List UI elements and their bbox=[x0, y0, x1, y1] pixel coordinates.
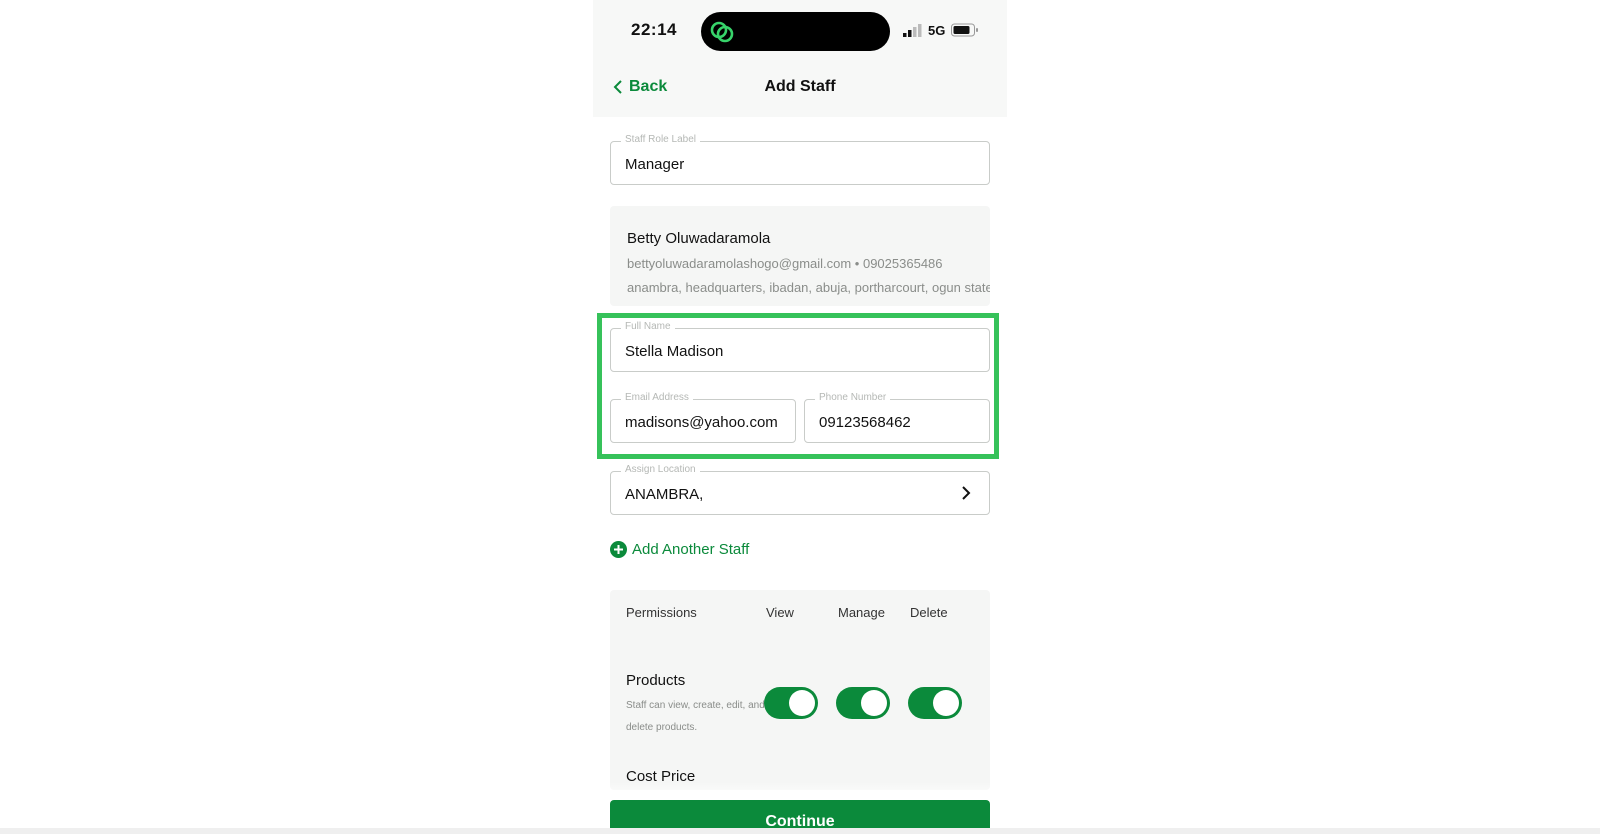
add-another-staff-label: Add Another Staff bbox=[632, 541, 750, 558]
toggle-knob bbox=[861, 690, 887, 716]
email-label: Email Address bbox=[621, 392, 693, 403]
column-view: View bbox=[766, 605, 794, 620]
toggle-products-delete[interactable] bbox=[908, 687, 962, 719]
bottom-strip bbox=[0, 828, 1600, 834]
existing-staff-card[interactable]: Betty Oluwadaramola bettyoluwadaramolash… bbox=[610, 206, 990, 306]
phone-number-value: 09123568462 bbox=[819, 414, 911, 431]
app-logo-icon bbox=[710, 21, 734, 43]
column-delete: Delete bbox=[910, 605, 948, 620]
full-name-label: Full Name bbox=[621, 321, 675, 332]
assign-location-field[interactable]: Assign Location ANAMBRA, bbox=[610, 464, 990, 515]
network-type: 5G bbox=[928, 23, 946, 38]
assign-location-label: Assign Location bbox=[621, 464, 700, 475]
status-time: 22:14 bbox=[631, 20, 677, 39]
permissions-panel: Permissions View Manage Delete Products … bbox=[610, 590, 990, 790]
staff-contact: bettyoluwadaramolashogo@gmail.com • 0902… bbox=[627, 256, 943, 271]
permission-products-description: Staff can view, create, edit, and delete… bbox=[626, 700, 765, 733]
staff-locations: anambra, headquarters, ibadan, abuja, po… bbox=[627, 280, 990, 295]
phone-number-field[interactable]: Phone Number 09123568462 bbox=[804, 392, 990, 443]
staff-role-value: Manager bbox=[625, 156, 685, 173]
staff-role-field[interactable]: Staff Role Label Manager bbox=[610, 134, 990, 185]
column-manage: Manage bbox=[838, 605, 885, 620]
toggle-products-manage[interactable] bbox=[836, 687, 890, 719]
toggle-products-view[interactable] bbox=[764, 687, 818, 719]
toggle-knob bbox=[789, 690, 815, 716]
phone-screen: 22:14 5G Back Add Staff Staff Role Label… bbox=[593, 0, 1007, 834]
email-value: madisons@yahoo.com bbox=[625, 414, 778, 431]
staff-role-label: Staff Role Label bbox=[621, 134, 700, 145]
toggle-knob bbox=[933, 690, 959, 716]
permission-products: Products bbox=[626, 672, 686, 689]
phone-number-label: Phone Number bbox=[815, 392, 891, 403]
add-another-staff-button[interactable]: Add Another Staff bbox=[610, 541, 749, 558]
battery-icon bbox=[951, 23, 978, 37]
permissions-header: Permissions bbox=[626, 605, 697, 620]
full-name-value: Stella Madison bbox=[625, 343, 724, 360]
chevron-right-icon bbox=[962, 486, 971, 500]
top-bar: 22:14 5G Back Add Staff bbox=[593, 0, 1007, 117]
dynamic-island bbox=[701, 12, 890, 51]
assign-location-value: ANAMBRA, bbox=[625, 486, 704, 503]
page-title: Add Staff bbox=[764, 78, 836, 95]
full-name-field[interactable]: Full Name Stella Madison bbox=[610, 321, 990, 372]
scroll-fade bbox=[593, 782, 1007, 800]
email-field[interactable]: Email Address madisons@yahoo.com bbox=[610, 392, 796, 443]
plus-circle-icon bbox=[610, 541, 627, 558]
signal-icon bbox=[903, 24, 922, 37]
staff-name: Betty Oluwadaramola bbox=[627, 230, 771, 247]
